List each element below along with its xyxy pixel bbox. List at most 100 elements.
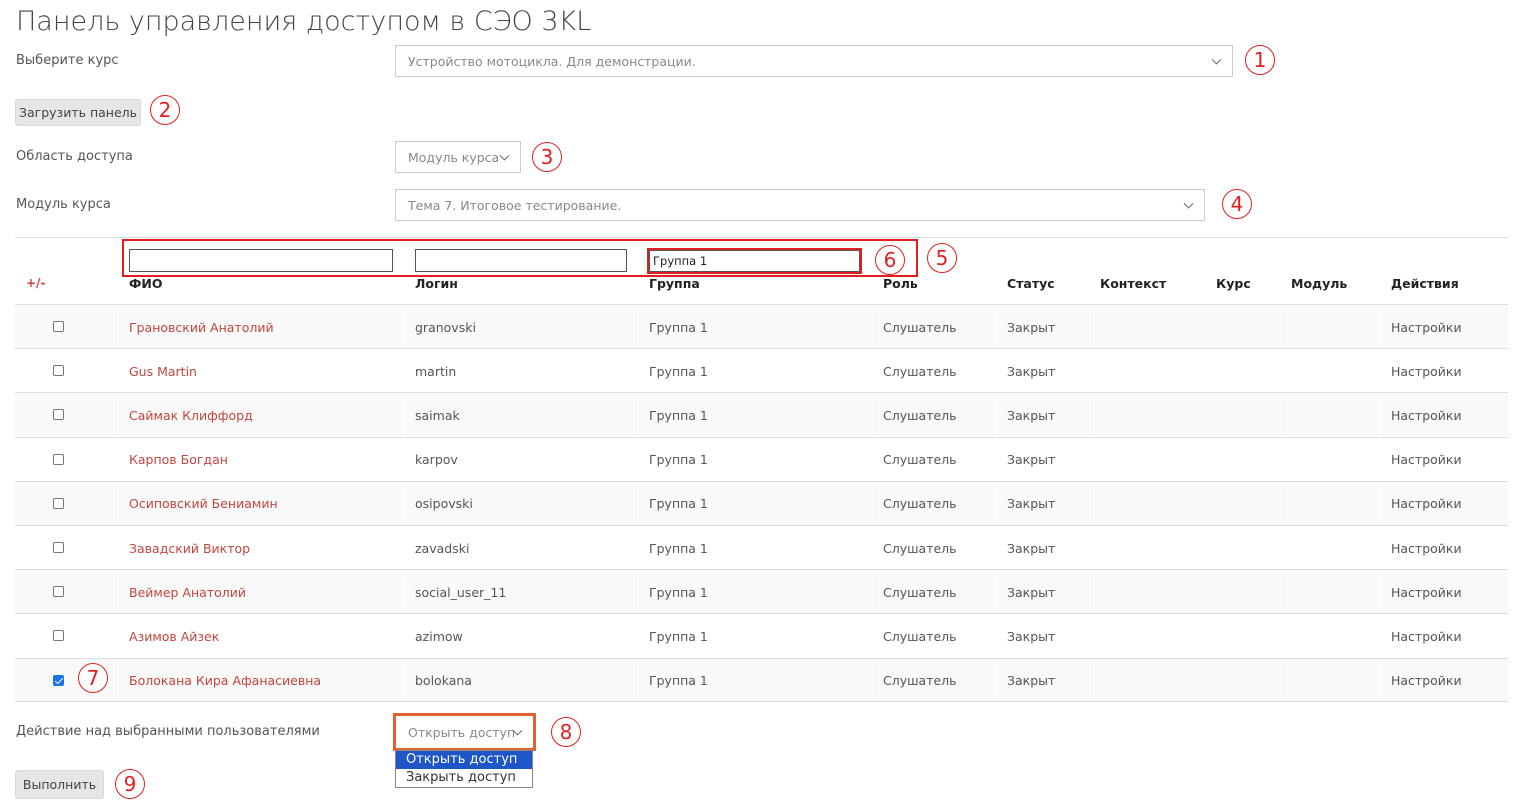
row-login: granovski xyxy=(415,319,476,335)
row-action[interactable]: Настройки xyxy=(1391,305,1501,349)
annotation-marker-9: 9 xyxy=(115,769,145,799)
row-course xyxy=(1216,349,1280,393)
row-action[interactable]: Настройки xyxy=(1391,438,1501,482)
course-select-value: Устройство мотоцикла. Для демонстрации. xyxy=(408,53,696,69)
row-role: Слушатель xyxy=(883,673,957,689)
column-separator xyxy=(404,570,405,614)
toggle-all-link[interactable]: +/- xyxy=(26,276,45,290)
row-checkbox[interactable] xyxy=(53,497,64,509)
row-fio[interactable]: Gus Martin xyxy=(129,349,395,393)
row-checkbox[interactable] xyxy=(53,453,64,465)
row-login: zavadski xyxy=(415,540,470,556)
column-separator xyxy=(1205,658,1206,702)
course-select[interactable]: Устройство мотоцикла. Для демонстрации. xyxy=(395,45,1233,77)
table-row: Gus Martin martin Группа 1 Слушатель Закрыт Н… xyxy=(15,348,1508,392)
row-context xyxy=(1100,305,1204,349)
row-group: Группа 1 xyxy=(649,407,708,423)
scope-select[interactable]: Модуль курса xyxy=(395,141,521,173)
course-label: Выберите курс xyxy=(16,53,119,68)
column-separator xyxy=(1089,658,1090,702)
group-filter-highlight-box xyxy=(647,248,862,274)
load-panel-button[interactable]: Загрузить панель xyxy=(15,99,141,126)
column-separator xyxy=(118,305,119,348)
row-fio[interactable]: Азимов Айзек xyxy=(129,614,395,658)
row-status: Закрыт xyxy=(1007,496,1056,512)
row-module xyxy=(1291,526,1379,570)
row-fio[interactable]: Завадский Виктор xyxy=(129,526,395,570)
column-separator xyxy=(638,481,639,525)
column-header-course[interactable]: Курс xyxy=(1216,276,1251,291)
column-separator xyxy=(1380,305,1381,348)
row-fio[interactable]: Саймак Клиффорд xyxy=(129,393,395,437)
row-course xyxy=(1216,614,1280,658)
column-separator xyxy=(1380,570,1381,614)
column-header-context[interactable]: Контекст xyxy=(1100,276,1166,291)
row-status: Закрыт xyxy=(1007,452,1056,468)
row-fio[interactable]: Осиповский Бениамин xyxy=(129,482,395,526)
column-separator xyxy=(1380,393,1381,437)
row-action[interactable]: Настройки xyxy=(1391,393,1501,437)
fio-filter-input[interactable] xyxy=(129,249,393,272)
row-checkbox[interactable] xyxy=(53,409,64,421)
row-checkbox[interactable] xyxy=(53,321,64,332)
column-separator xyxy=(1280,570,1281,614)
column-separator xyxy=(118,393,119,437)
column-separator xyxy=(1380,481,1381,525)
column-separator xyxy=(1380,658,1381,702)
row-action[interactable]: Настройки xyxy=(1391,349,1501,393)
module-select[interactable]: Тема 7. Итоговое тестирование. xyxy=(395,189,1205,221)
annotation-marker-2: 2 xyxy=(150,95,180,125)
column-separator xyxy=(1280,393,1281,437)
row-module xyxy=(1291,482,1379,526)
row-checkbox[interactable] xyxy=(53,630,64,642)
row-action[interactable]: Настройки xyxy=(1391,614,1501,658)
row-checkbox[interactable] xyxy=(53,674,64,686)
row-group: Группа 1 xyxy=(649,452,708,468)
column-separator xyxy=(404,658,405,702)
row-fio[interactable]: Грановский Анатолий xyxy=(129,305,395,349)
login-filter-input[interactable] xyxy=(415,249,627,272)
row-module xyxy=(1291,614,1379,658)
row-context xyxy=(1100,570,1204,614)
row-group: Группа 1 xyxy=(649,540,708,556)
row-action[interactable]: Настройки xyxy=(1391,570,1501,614)
chevron-down-icon xyxy=(499,150,510,161)
column-separator xyxy=(638,570,639,614)
column-header-login[interactable]: Логин xyxy=(415,276,458,291)
column-separator xyxy=(996,658,997,702)
option-open-access[interactable]: Открыть доступ xyxy=(396,751,532,769)
row-group: Группа 1 xyxy=(649,628,708,644)
row-action[interactable]: Настройки xyxy=(1391,526,1501,570)
row-group: Группа 1 xyxy=(649,496,708,512)
row-action[interactable]: Настройки xyxy=(1391,659,1501,703)
option-close-access[interactable]: Закрыть доступ xyxy=(396,769,532,787)
table-bottom-border xyxy=(15,701,1508,702)
row-fio[interactable]: Болокана Кира Афанасиевна xyxy=(129,659,395,703)
execute-button[interactable]: Выполнить xyxy=(15,770,104,799)
column-header-status[interactable]: Статус xyxy=(1007,276,1055,291)
chevron-down-icon xyxy=(1211,54,1222,65)
row-fio[interactable]: Веймер Анатолий xyxy=(129,570,395,614)
row-checkbox[interactable] xyxy=(53,542,64,553)
column-header-role[interactable]: Роль xyxy=(883,276,918,291)
table-row: Осиповский Бениамин osipovski Группа 1 Слуш… xyxy=(15,480,1508,526)
column-header-module[interactable]: Модуль xyxy=(1291,276,1347,291)
row-fio[interactable]: Карпов Богдан xyxy=(129,438,395,482)
annotation-marker-7: 7 xyxy=(78,663,108,693)
column-separator xyxy=(872,570,873,614)
row-role: Слушатель xyxy=(883,319,957,335)
column-header-fio[interactable]: ФИО xyxy=(129,276,162,291)
column-separator xyxy=(1205,305,1206,348)
row-checkbox[interactable] xyxy=(53,586,64,598)
row-checkbox[interactable] xyxy=(53,365,64,377)
row-context xyxy=(1100,482,1204,526)
column-separator xyxy=(1205,393,1206,437)
row-context xyxy=(1100,393,1204,437)
column-header-group[interactable]: Группа xyxy=(649,276,700,291)
bulk-action-select[interactable]: Открыть доступ xyxy=(393,713,536,751)
row-status: Закрыт xyxy=(1007,319,1056,335)
table-row: Азимов Айзек azimow Группа 1 Слушатель Закры… xyxy=(15,613,1508,657)
column-separator xyxy=(1280,481,1281,525)
row-status: Закрыт xyxy=(1007,540,1056,556)
row-action[interactable]: Настройки xyxy=(1391,482,1501,526)
